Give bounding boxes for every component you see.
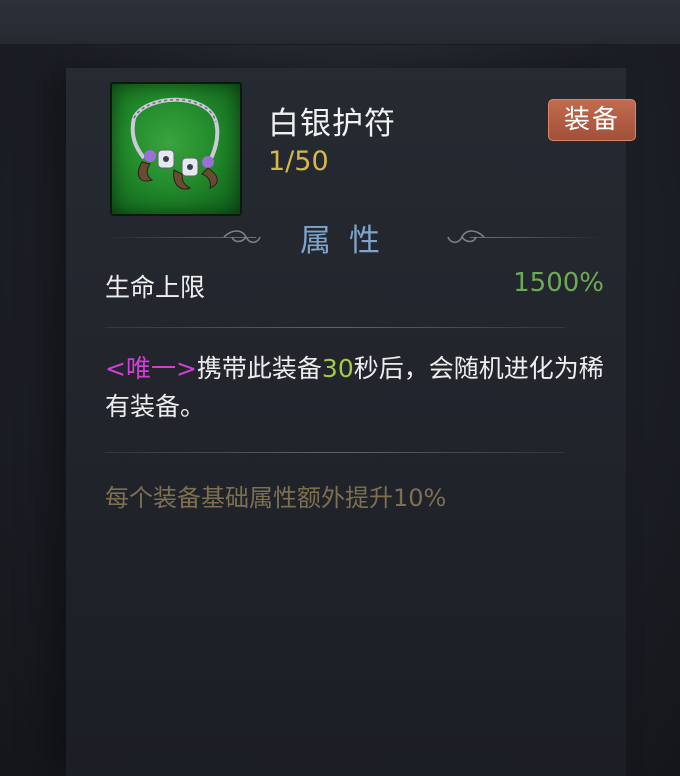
divider [105, 327, 565, 328]
description-text-before: 携带此装备 [196, 354, 322, 383]
item-count: 1/50 [268, 146, 329, 177]
flourish-left-icon [223, 230, 261, 244]
unique-tag: <唯一> [105, 354, 197, 383]
item-description: <唯一>携带此装备30秒后，会随机进化为稀有装备。 [105, 350, 605, 426]
stat-value: 1500% [513, 268, 604, 298]
silver-fang-necklace-icon [110, 82, 242, 216]
item-name: 白银护符 [268, 106, 396, 142]
divider [105, 452, 565, 453]
section-line-right [470, 237, 604, 238]
description-highlight-number: 30 [321, 354, 354, 383]
stat-label: 生命上限 [105, 273, 206, 302]
bonus-text: 每个装备基础属性额外提升10% [105, 484, 447, 512]
type-badge: 装备 [548, 99, 636, 141]
attributes-section-title: 属性 [300, 223, 398, 259]
top-bar [0, 0, 680, 45]
